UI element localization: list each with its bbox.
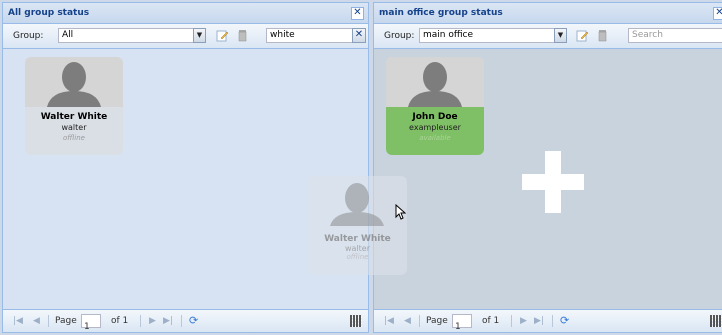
chevron-down-icon[interactable]: ▼ (554, 28, 567, 43)
panel-body: John Doe exampleuser available (374, 49, 722, 310)
user-card-info: John Doe exampleuser available (386, 107, 484, 155)
close-icon[interactable]: ✕ (713, 7, 722, 20)
group-select-value: main office (423, 30, 474, 40)
search-input[interactable]: Search (628, 28, 722, 43)
prev-page-icon[interactable]: ◀ (33, 316, 40, 326)
divider (419, 315, 420, 327)
page-number-value: 1 (455, 322, 461, 332)
panel-title: All group status ✕ (3, 3, 368, 24)
user-status: offline (346, 253, 369, 261)
page-number-input[interactable]: 1 (452, 314, 472, 332)
edit-icon[interactable] (576, 29, 589, 42)
user-username: exampleuser (409, 123, 461, 132)
user-status: offline (63, 134, 85, 142)
close-icon[interactable]: ✕ (351, 7, 364, 20)
page-label: Page (55, 316, 77, 326)
panel-toolbar: Group: All ▼ white ✕ (3, 24, 368, 49)
panel-title-text: main office group status (379, 8, 503, 18)
prev-page-icon[interactable]: ◀ (404, 316, 411, 326)
trash-icon[interactable] (596, 29, 609, 42)
last-page-icon[interactable]: ▶| (534, 316, 544, 326)
all-group-status-panel: All group status ✕ Group: All ▼ white ✕ (2, 2, 369, 333)
user-username: walter (344, 244, 370, 253)
page-count: of 1 (111, 316, 129, 326)
divider (181, 315, 182, 327)
avatar (308, 176, 407, 226)
divider (511, 315, 512, 327)
panel-title-text: All group status (8, 8, 90, 18)
grid-icon[interactable] (710, 315, 722, 327)
user-username: walter (61, 123, 87, 132)
search-input[interactable]: white ✕ (266, 28, 366, 43)
search-placeholder: Search (632, 30, 663, 40)
grid-icon[interactable] (350, 315, 362, 327)
page-number-input[interactable]: 1 (81, 314, 101, 332)
user-name: Walter White (40, 112, 108, 122)
person-silhouette-icon (330, 183, 384, 226)
trash-icon[interactable] (236, 29, 249, 42)
avatar (386, 57, 484, 107)
divider (140, 315, 141, 327)
refresh-icon[interactable]: ⟳ (560, 314, 569, 327)
next-page-icon[interactable]: ▶ (149, 316, 156, 326)
chevron-down-icon[interactable]: ▼ (193, 28, 206, 43)
page-label: Page (426, 316, 448, 326)
clear-search-icon[interactable]: ✕ (352, 28, 366, 43)
avatar (25, 57, 123, 107)
divider (48, 315, 49, 327)
group-select[interactable]: main office ▼ (419, 28, 567, 43)
search-value: white (270, 30, 295, 40)
user-status: available (419, 134, 451, 142)
user-name: Walter White (324, 234, 391, 244)
group-select[interactable]: All ▼ (58, 28, 206, 43)
user-card[interactable]: John Doe exampleuser available (386, 57, 484, 155)
pagination-bar: |◀ ◀ Page 1 of 1 ▶ ▶| ⟳ (374, 309, 722, 332)
panel-toolbar: Group: main office ▼ Search (374, 24, 722, 49)
edit-icon[interactable] (216, 29, 229, 42)
user-card[interactable]: Walter White walter offline (25, 57, 123, 155)
group-select-value: All (62, 30, 74, 40)
first-page-icon[interactable]: |◀ (384, 316, 394, 326)
divider (552, 315, 553, 327)
person-silhouette-icon (408, 62, 462, 107)
page-number-value: 1 (84, 322, 90, 332)
group-label: Group: (13, 31, 44, 41)
first-page-icon[interactable]: |◀ (13, 316, 23, 326)
group-label: Group: (384, 31, 415, 41)
page-count: of 1 (482, 316, 500, 326)
pagination-bar: |◀ ◀ Page 1 of 1 ▶ ▶| ⟳ (3, 309, 368, 332)
pointer-cursor-icon (395, 204, 407, 220)
user-name: John Doe (412, 112, 458, 122)
panel-title: main office group status ✕ (374, 3, 722, 24)
last-page-icon[interactable]: ▶| (163, 316, 173, 326)
drag-ghost-user-card[interactable]: Walter White walter offline (308, 176, 407, 275)
main-office-group-status-panel: main office group status ✕ Group: main o… (373, 2, 722, 333)
refresh-icon[interactable]: ⟳ (189, 314, 198, 327)
user-card-info: Walter White walter offline (25, 107, 123, 142)
person-silhouette-icon (47, 62, 101, 107)
next-page-icon[interactable]: ▶ (520, 316, 527, 326)
